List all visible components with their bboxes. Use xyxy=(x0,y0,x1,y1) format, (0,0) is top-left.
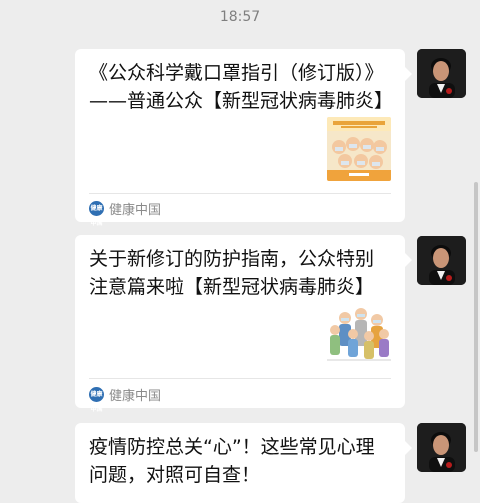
masked-people-thumbnail-icon xyxy=(327,304,391,368)
card-divider xyxy=(89,378,391,379)
article-card-2[interactable]: 关于新修订的防护指南，公众特别注意篇来啦【新型冠状病毒肺炎】 健康中国 健康中国 xyxy=(75,235,412,413)
message-timestamp: 18:57 xyxy=(219,9,261,25)
article-thumbnail xyxy=(327,304,391,368)
source-logo-icon: 健康中国 xyxy=(89,386,104,413)
article-title: 关于新修订的防护指南，公众特别注意篇来啦【新型冠状病毒肺炎】 xyxy=(89,248,375,298)
chat-scrollbar[interactable] xyxy=(474,182,478,452)
source-name: 健康中国 xyxy=(109,202,162,218)
source-name: 健康中国 xyxy=(109,388,162,404)
sender-avatar[interactable] xyxy=(417,49,466,98)
card-divider xyxy=(89,193,391,194)
sender-avatar[interactable] xyxy=(417,423,466,472)
article-title: 《公众科学戴口罩指引（修订版）》——普通公众【新型冠状病毒肺炎】 xyxy=(89,62,389,112)
article-title: 疫情防控总关“心”！这些常见心理问题，对照可自查！ xyxy=(89,436,375,486)
avatar-photo-icon xyxy=(417,236,466,285)
article-source: 健康中国 健康中国 xyxy=(89,198,162,227)
article-card-1[interactable]: 《公众科学戴口罩指引（修订版）》——普通公众【新型冠状病毒肺炎】 健康中国 健康… xyxy=(75,49,412,227)
avatar-photo-icon xyxy=(417,49,466,98)
article-source: 健康中国 健康中国 xyxy=(89,384,162,413)
article-card-3[interactable]: 疫情防控总关“心”！这些常见心理问题，对照可自查！ xyxy=(75,423,412,503)
masked-crowd-thumbnail-icon xyxy=(327,117,391,181)
sender-avatar[interactable] xyxy=(417,236,466,285)
article-thumbnail xyxy=(327,117,391,181)
avatar-photo-icon xyxy=(417,423,466,472)
source-logo-icon: 健康中国 xyxy=(89,200,104,227)
